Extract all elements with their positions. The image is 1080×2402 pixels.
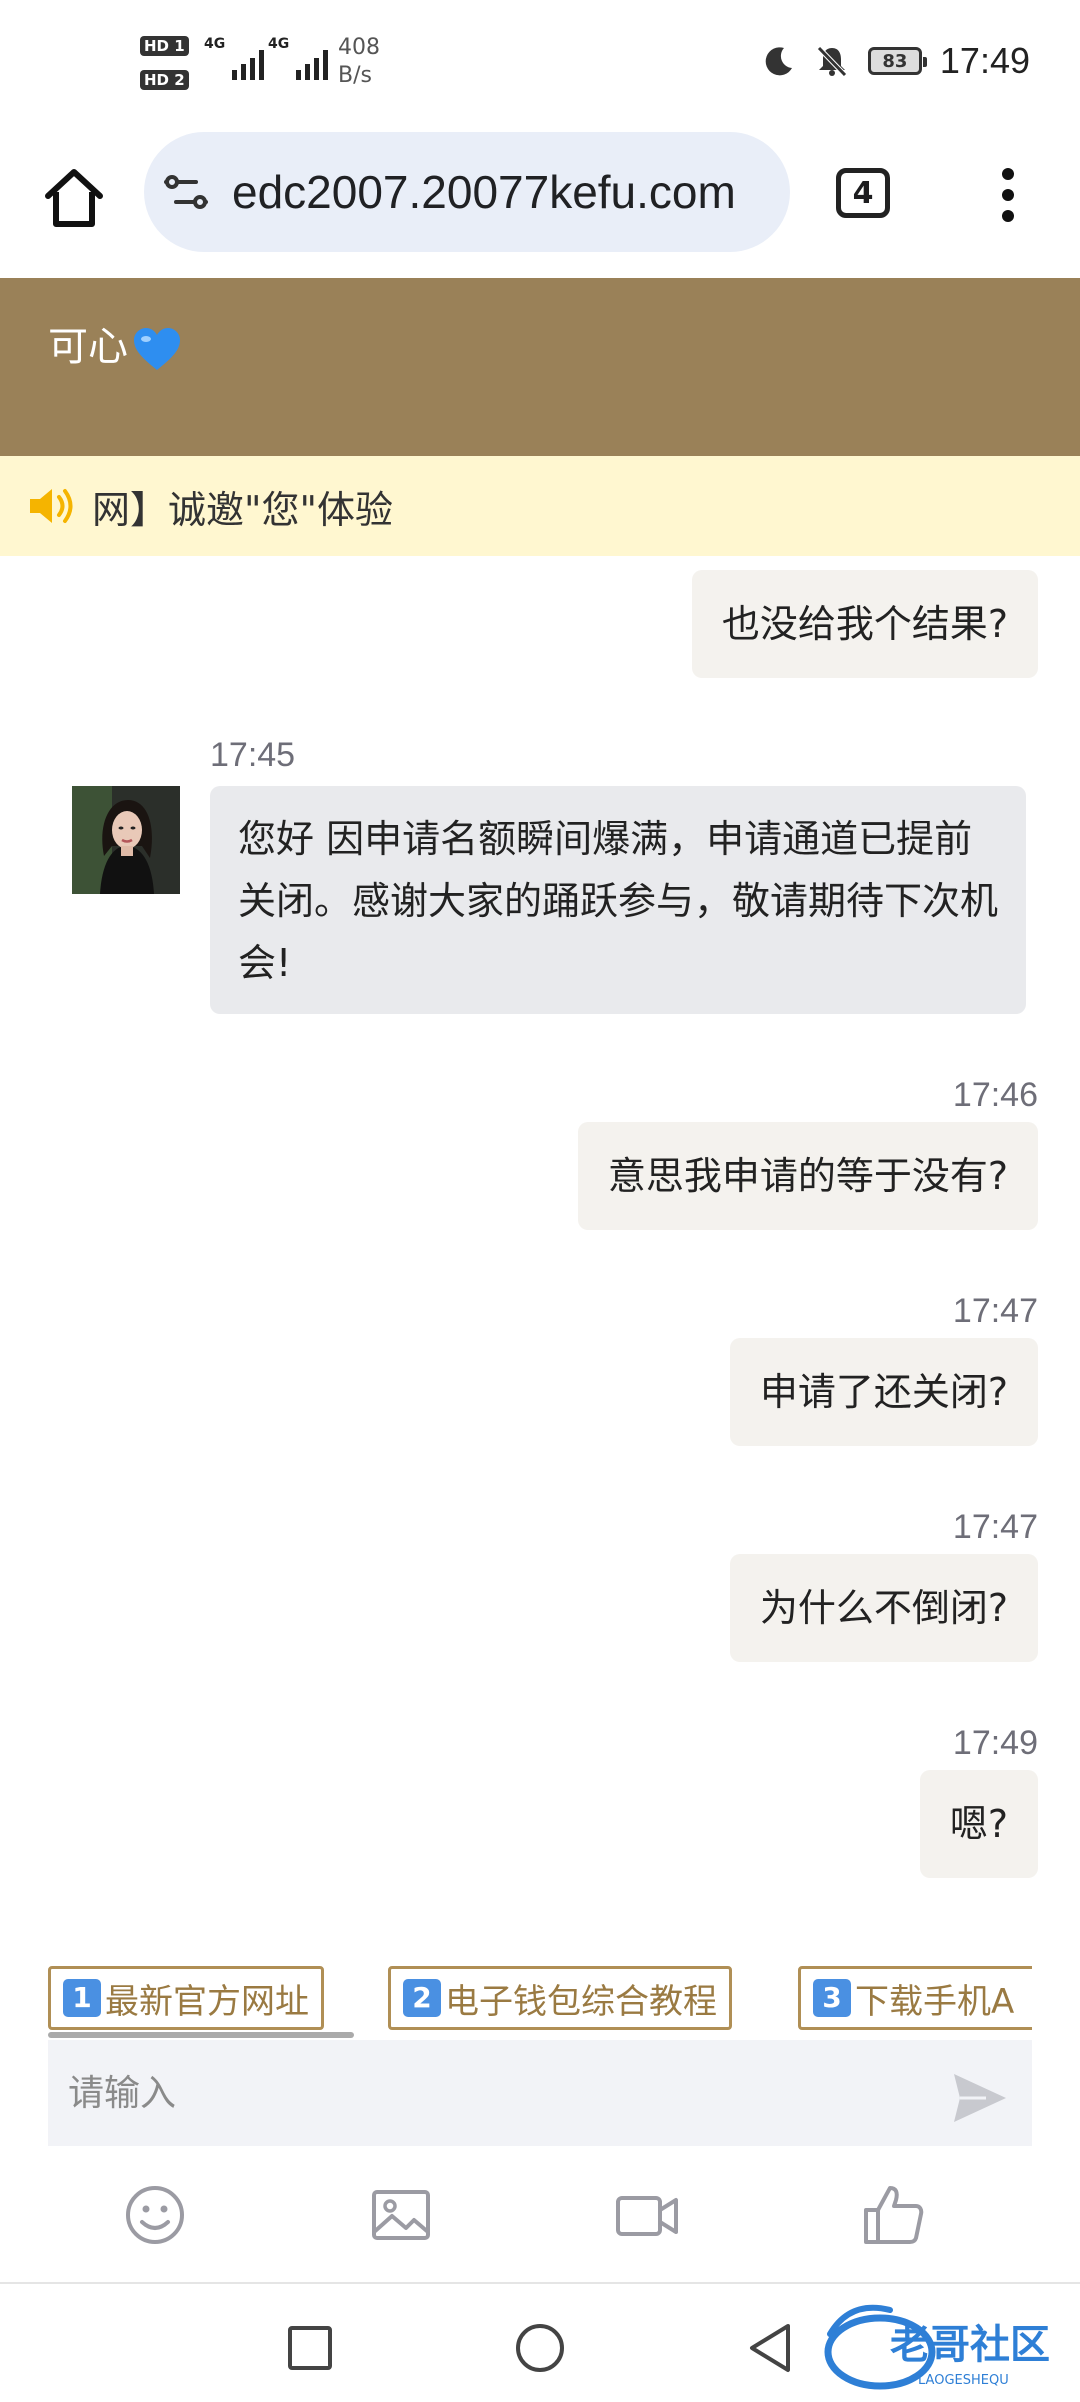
user-message-bubble: 也没给我个结果? [691,570,1038,678]
quick-reply-label: 下载手机A [855,1981,1015,2022]
user-message-bubble: 申请了还关闭? [729,1338,1038,1446]
speaker-icon [30,489,73,523]
message-timestamp: 17:47 [952,1292,1038,1330]
battery-icon: 83 [867,47,927,75]
tab-switcher-button[interactable]: 4 [836,168,890,218]
clock: 17:49 [939,40,1030,81]
message-text: 您好 因申请名额瞬间爆满，申请通道已提前关闭。感谢大家的踊跃参与，敬请期待下次机… [238,817,999,985]
composer-tools [0,2170,1080,2280]
agent-avatar[interactable] [72,786,180,894]
emoji-icon[interactable] [120,2180,190,2250]
agent-name: 可心 [48,324,128,370]
message-text: 嗯? [949,1802,1008,1846]
signal-1-icon: 4G [204,36,264,80]
system-navigation-bar: 老哥社区 LAOGESHEQU [0,2282,1080,2402]
tab-count: 4 [852,175,874,211]
watermark-subtext: LAOGESHEQU [918,2373,1009,2388]
message-text: 也没给我个结果? [721,602,1008,646]
blue-heart-icon [134,328,180,370]
quick-reply-scrollbar[interactable] [48,2032,354,2038]
network-speed: 408 B/s [338,34,380,90]
quick-reply-number: 1 [63,1979,101,2017]
message-text: 意思我申请的等于没有? [607,1154,1008,1198]
announcement-bar: 网】诚邀"您"体验 [0,456,1080,556]
network2-label: 4G [268,36,290,52]
quick-reply-wallet-tutorial[interactable]: 2 电子钱包综合教程 [388,1966,732,2030]
quick-reply-label: 最新官方网址 [105,1981,309,2022]
message-timestamp: 17:46 [952,1076,1038,1114]
status-right: 83 17:49 [762,40,1030,82]
sim2-indicator: HD 2 [140,68,193,90]
message-timestamp: 17:45 [210,736,296,774]
watermark-logo: 老哥社区 LAOGESHEQU [824,2304,1050,2390]
announcement-text: 网】诚邀"您"体验 [92,487,393,532]
home-icon[interactable] [38,162,110,234]
network1-label: 4G [204,36,226,52]
do-not-disturb-moon-icon [765,47,792,76]
browser-toolbar: edc2007.20077kefu.com 4 [0,130,1080,280]
video-icon[interactable] [612,2180,682,2250]
status-bar: HD 1 HD 2 4G 4G 408 B/s 83 17:49 [0,0,1080,130]
message-timestamp: 17:47 [952,1508,1038,1546]
quick-reply-number: 3 [813,1979,851,2017]
message-timestamp: 17:49 [952,1724,1038,1762]
sim2-label: HD 2 [140,70,189,90]
sim1-label: HD 1 [140,36,189,56]
chat-header: 可心 [0,278,1080,456]
user-message-bubble: 意思我申请的等于没有? [577,1122,1038,1230]
message-input[interactable] [66,2071,930,2115]
agent-name-row: 可心 [48,314,182,372]
agent-message-bubble: 您好 因申请名额瞬间爆满，申请通道已提前关闭。感谢大家的踊跃参与，敬请期待下次机… [210,786,1026,1014]
quick-reply-download-app[interactable]: 3 下载手机A [798,1966,1032,2030]
signal-2-icon: 4G [268,36,328,80]
quick-reply-number: 2 [403,1979,441,2017]
address-bar[interactable]: edc2007.20077kefu.com [144,132,790,252]
send-icon[interactable] [950,2070,1010,2126]
network-speed-unit: B/s [338,63,372,88]
watermark-text: 老哥社区 [890,2322,1050,2368]
message-text: 申请了还关闭? [759,1370,1008,1414]
message-text: 为什么不倒闭? [759,1586,1008,1630]
user-message-bubble: 为什么不倒闭? [729,1554,1038,1662]
sim1-indicator: HD 1 [140,34,193,56]
network-speed-value: 408 [338,35,380,60]
recent-apps-icon[interactable] [280,2318,340,2378]
quick-reply-official-site[interactable]: 1 最新官方网址 [48,1966,324,2030]
back-icon[interactable] [740,2318,800,2378]
more-menu-icon[interactable] [988,160,1028,230]
avatar-image [72,786,180,894]
message-composer [48,2040,1032,2146]
quick-reply-label: 电子钱包综合教程 [445,1981,717,2022]
thumbs-up-icon[interactable] [858,2180,928,2250]
bell-muted-icon [817,46,847,77]
url-text[interactable]: edc2007.20077kefu.com [232,165,736,219]
image-icon[interactable] [366,2180,436,2250]
home-nav-icon[interactable] [510,2318,570,2378]
quick-reply-bar: 1 最新官方网址 2 电子钱包综合教程 3 下载手机A [48,1966,1032,2032]
site-settings-icon[interactable] [162,168,210,216]
battery-level: 83 [882,50,908,72]
user-message-bubble: 嗯? [919,1770,1038,1878]
